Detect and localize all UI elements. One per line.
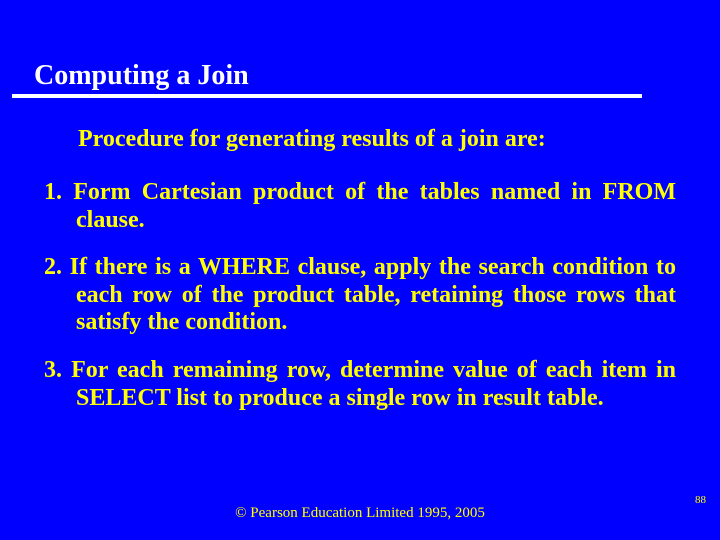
title-underline bbox=[12, 94, 642, 98]
slide-title: Computing a Join bbox=[30, 60, 690, 92]
slide: Computing a Join Procedure for generatin… bbox=[0, 0, 720, 540]
list-item: 1. Form Cartesian product of the tables … bbox=[44, 179, 676, 234]
list-item: 3. For each remaining row, determine val… bbox=[44, 357, 676, 412]
list-item: 2. If there is a WHERE clause, apply the… bbox=[44, 254, 676, 337]
copyright-footer: © Pearson Education Limited 1995, 2005 bbox=[0, 505, 720, 522]
procedure-list: 1. Form Cartesian product of the tables … bbox=[44, 179, 676, 412]
intro-text: Procedure for generating results of a jo… bbox=[78, 126, 690, 153]
title-wrap: Computing a Join bbox=[30, 60, 690, 98]
page-number: 88 bbox=[695, 494, 706, 506]
